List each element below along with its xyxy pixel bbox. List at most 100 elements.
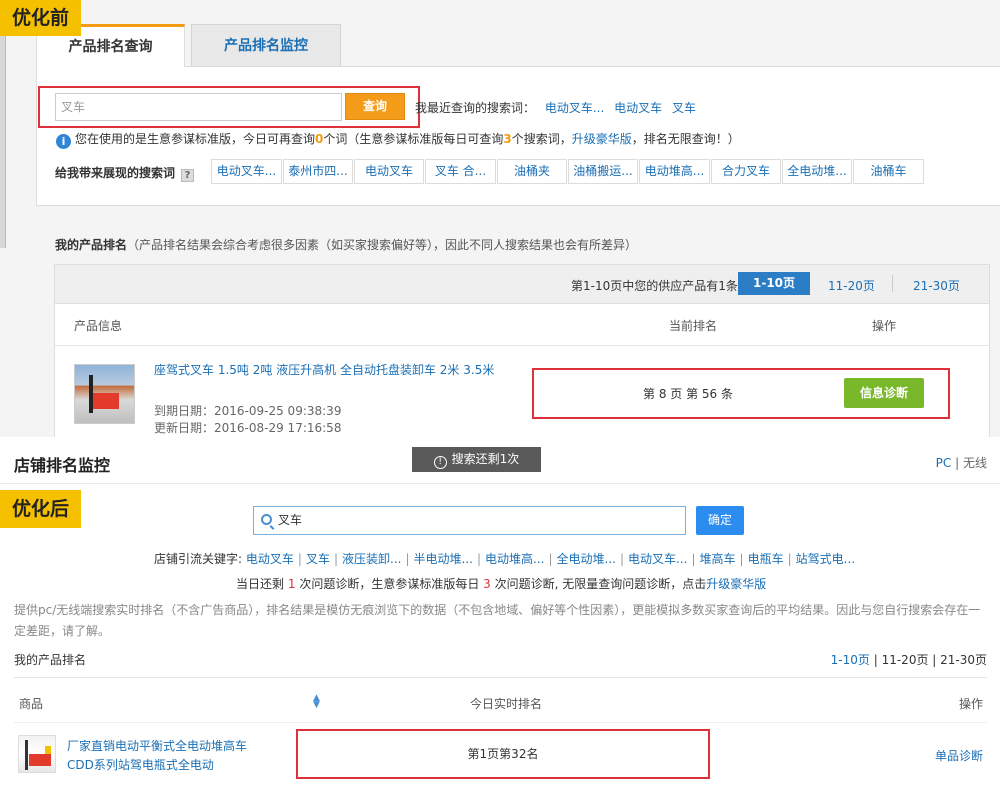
my-product-rank-title: 我的产品排名 [14,653,87,667]
keyword-link[interactable]: 堆高车 [700,552,736,566]
search-input[interactable]: 叉车 [253,506,686,535]
product-thumbnail[interactable] [74,364,135,424]
help-icon[interactable]: ? [181,169,195,182]
page-range-1-10[interactable]: 1-10页 [831,653,870,667]
quota-left: 1 [287,577,296,591]
after-section: 店铺排名监控 ! 搜索还剩1次 PC | 无线 叉车 确定 店铺引流关键字: 电动… [0,437,1000,794]
info-text-1: 您在使用的是生意参谋标准版，今日可再查询 [75,132,316,146]
tab-product-rank-monitor[interactable]: 产品排名监控 [191,24,341,67]
column-action: 操作 [958,697,983,711]
usage-info: i 您在使用的是生意参谋标准版，今日可再查询0个词（生意参谋标准版每日可查询3个搜… [56,130,740,149]
left-sidebar-edge [0,30,6,248]
keyword-chip[interactable]: 电动叉车... [211,159,282,184]
realtime-rank-value: 第1页第32名 [296,729,710,779]
platform-mobile[interactable]: 无线 [963,456,987,470]
upgrade-link[interactable]: 升级豪华版 [706,577,766,591]
recent-searches: 我最近查询的搜索词： 电动叉车... 电动叉车 叉车 [415,99,702,116]
remaining-searches-text: 搜索还剩1次 [451,452,520,466]
page-title: 店铺排名监控 [14,456,111,475]
page-range-1-10[interactable]: 1-10页 [738,272,810,295]
keyword-link[interactable]: 电瓶车 [748,552,784,566]
recent-term[interactable]: 叉车 [672,101,696,115]
upgrade-link[interactable]: 升级豪华版 [572,132,632,146]
product-title-link[interactable]: 座驾式叉车 1.5吨 2吨 液压升高机 全自动托盘装卸车 2米 3.5米 [154,361,494,378]
column-realtime-rank: 今日实时排名 [470,697,543,711]
traffic-keywords: 店铺引流关键字: 电动叉车 | 叉车 | 液压装卸... | 半电动堆... | 电动堆高...… [154,552,856,566]
keywords-label-text: 给我带来展现的搜索词 [55,166,176,180]
keyword-link[interactable]: 叉车 [306,552,330,566]
rank-summary: 第1-10页中您的供应产品有1条 [571,279,738,293]
search-highlight-box [38,86,420,128]
confirm-button[interactable]: 确定 [696,506,744,535]
keyword-link[interactable]: 电动堆高... [485,552,544,566]
quota-text-1: 当日还剩 [236,577,285,591]
info-text-3: 个搜索词， [511,132,572,146]
page-ranges: 1-10页 | 11-20页 | 21-30页 [830,653,987,667]
table-top-divider [14,677,987,678]
keyword-link[interactable]: 液压装卸... [342,552,401,566]
recent-term[interactable]: 电动叉车 [614,101,662,115]
rank-highlight-box [532,368,950,419]
product-thumbnail[interactable] [18,735,56,773]
update-date: 更新日期：2016-08-29 17:16:58 [154,421,342,435]
alert-icon: ! [433,456,447,469]
page-range-11-20[interactable]: 11-20页 [882,653,929,667]
keyword-chip[interactable]: 油桶车 [853,159,924,184]
keyword-link[interactable]: 电动叉车 [246,552,294,566]
page-separator [892,275,893,292]
info-text-2: 个词（生意参谋标准版每日可查询 [323,132,504,146]
before-label: 优化前 [0,0,82,36]
traffic-keywords-label: 店铺引流关键字: [154,552,243,566]
rank-table-toolbar: 第1-10页中您的供应产品有1条 1-10页 11-20页 21-30页 [55,265,989,304]
remaining-searches-button[interactable]: ! 搜索还剩1次 [412,447,541,472]
info-text-4: ，排名无限查询！） [631,132,740,146]
product-title-link[interactable]: 厂家直销电动平衡式全电动堆高车 CDD系列站驾电瓶式全电动 [67,737,252,775]
keyword-chips: 电动叉车... 泰州市四... 电动叉车 叉车 合... 油桶夹 油桶搬运...… [211,159,925,184]
expire-date: 到期日期：2016-09-25 09:38:39 [154,404,342,418]
keyword-chip[interactable]: 全电动堆... [782,159,852,184]
my-rank-title: 我的产品排名 [55,238,128,252]
row-divider [55,345,989,346]
recent-term[interactable]: 电动叉车... [545,101,604,115]
table-header-divider [14,722,987,723]
quota-daily: 3 [483,577,491,591]
keyword-link[interactable]: 全电动堆... [557,552,616,566]
platform-switch: PC | 无线 [936,454,987,471]
diagnosis-quota: 当日还剩 1 次问题诊断，生意参谋标准版每日 3 次问题诊断, 无限量查询问题诊… [236,575,766,592]
quota-text-2: 次问题诊断，生意参谋标准版每日 [299,577,480,591]
search-value: 叉车 [278,513,303,527]
search-icon [261,514,272,525]
keyword-link[interactable]: 站驾式电... [796,552,855,566]
keyword-chip[interactable]: 电动堆高... [639,159,710,184]
my-rank-note: （产品排名结果会综合考虑很多因素（如买家搜索偏好等），因此不同人搜索结果也会有所… [127,238,638,252]
platform-pc[interactable]: PC [936,456,952,470]
platform-separator: | [955,456,960,470]
page-range-11-20[interactable]: 11-20页 [828,277,875,294]
header-divider [0,483,1000,484]
my-product-rank-heading: 我的产品排名（产品排名结果会综合考虑很多因素（如买家搜索偏好等），因此不同人搜索… [55,236,637,253]
page-range-21-30[interactable]: 21-30页 [940,653,987,667]
keyword-chip[interactable]: 合力叉车 [711,159,781,184]
sort-icon[interactable]: ▲ ▼ [313,694,320,710]
single-diagnose-link[interactable]: 单品诊断 [935,747,983,764]
ranking-description: 提供pc/无线端搜索实时排名（不含广告商品），排名结果是模仿无痕浏览下的数据（不… [14,603,981,638]
keyword-link[interactable]: 半电动堆... [414,552,473,566]
keyword-chip[interactable]: 叉车 合... [425,159,496,184]
column-current-rank: 当前排名 [669,319,718,333]
recent-label: 我最近查询的搜索词： [415,101,536,115]
quota-text-3: 次问题诊断, 无限量查询问题诊断，点击 [494,577,707,591]
after-label: 优化后 [0,490,82,528]
keyword-chip[interactable]: 电动叉车 [354,159,424,184]
column-product-info: 产品信息 [74,319,123,333]
info-daily-limit: 3 [503,132,512,146]
info-icon: i [56,134,71,149]
page-range-21-30[interactable]: 21-30页 [913,277,960,294]
keyword-chip[interactable]: 泰州市四... [283,159,353,184]
keywords-label: 给我带来展现的搜索词? [55,164,195,182]
column-product: 商品 [19,697,44,711]
column-action: 操作 [872,319,897,333]
before-section: 产品排名查询 产品排名监控 叉车 查询 我最近查询的搜索词： 电动叉车... 电… [0,0,1000,437]
keyword-chip[interactable]: 油桶夹 [497,159,567,184]
keyword-link[interactable]: 电动叉车... [628,552,687,566]
keyword-chip[interactable]: 油桶搬运... [568,159,638,184]
